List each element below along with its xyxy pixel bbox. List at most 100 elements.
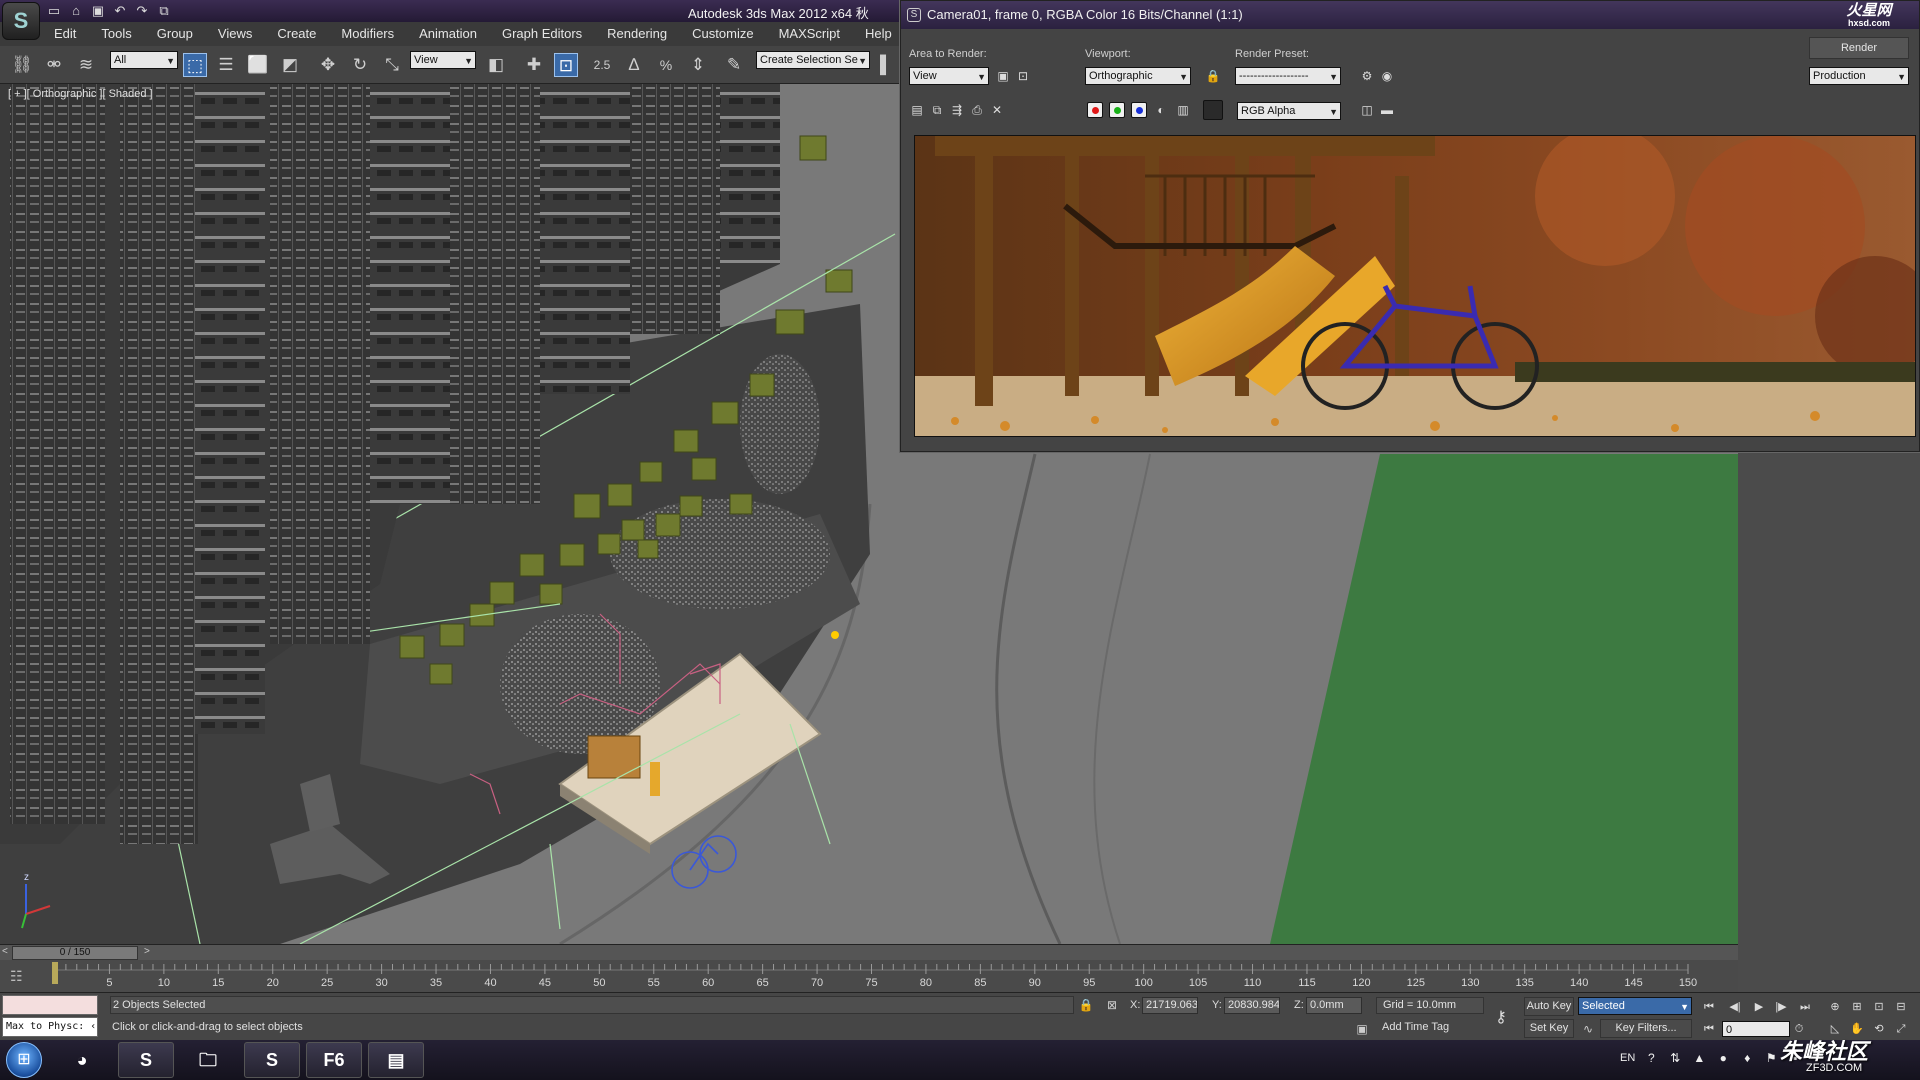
time-slider-next[interactable]: >: [144, 946, 150, 957]
undo-icon[interactable]: ↶: [112, 3, 128, 18]
snaps-toggle-icon[interactable]: 2.5: [590, 53, 614, 77]
auto-region-icon[interactable]: ⊡: [1015, 68, 1031, 84]
menu-help[interactable]: Help: [865, 26, 892, 41]
unlink-selection-icon[interactable]: ⚮: [42, 53, 66, 77]
select-and-move-icon[interactable]: ✥: [316, 53, 340, 77]
set-key-button[interactable]: Set Key: [1524, 1019, 1574, 1038]
go-to-start-icon[interactable]: ⏮: [1700, 999, 1718, 1015]
language-indicator[interactable]: EN: [1620, 1052, 1635, 1064]
green-channel-toggle[interactable]: [1109, 102, 1125, 118]
clear-image-icon[interactable]: ✕: [989, 102, 1005, 118]
viewport-label[interactable]: [ + ][ Orthographic ][ Shaded ]: [8, 88, 153, 100]
current-frame-marker[interactable]: [52, 962, 58, 984]
menu-customize[interactable]: Customize: [692, 26, 753, 41]
f6-taskbar-button[interactable]: F6: [306, 1042, 362, 1078]
key-mode-toggle-icon[interactable]: ⏮: [1700, 1021, 1718, 1037]
print-image-icon[interactable]: ⎙: [969, 102, 985, 118]
menu-modifiers[interactable]: Modifiers: [341, 26, 394, 41]
auto-key-button[interactable]: Auto Key: [1524, 997, 1574, 1016]
select-and-rotate-icon[interactable]: ↻: [348, 53, 372, 77]
edit-named-selection-icon[interactable]: ✎: [722, 53, 746, 77]
zoom-all-icon[interactable]: ⊞: [1848, 999, 1866, 1015]
render-button[interactable]: Render: [1809, 37, 1909, 59]
file-explorer-taskbar-icon[interactable]: 🗀: [180, 1042, 236, 1078]
environment-effects-icon[interactable]: ◉: [1379, 68, 1395, 84]
render-mode-dropdown[interactable]: Production ▼: [1809, 67, 1909, 85]
clone-window-icon[interactable]: ⇶: [949, 102, 965, 118]
render-window-title-bar[interactable]: S Camera01, frame 0, RGBA Color 16 Bits/…: [901, 1, 1919, 29]
monochrome-icon[interactable]: ▥: [1175, 102, 1191, 118]
menu-edit[interactable]: Edit: [54, 26, 76, 41]
x-coordinate-field[interactable]: 21719.063: [1142, 997, 1198, 1014]
tray-app-icon[interactable]: ●: [1715, 1050, 1731, 1066]
zoom-extents-all-icon[interactable]: ⊟: [1892, 999, 1910, 1015]
menu-graph-editors[interactable]: Graph Editors: [502, 26, 582, 41]
lock-icon[interactable]: 🔒: [1205, 68, 1221, 84]
menu-tools[interactable]: Tools: [101, 26, 131, 41]
start-button-icon[interactable]: ⊞: [6, 1042, 42, 1078]
save-image-icon[interactable]: ▤: [909, 102, 925, 118]
show-hidden-icons-icon[interactable]: ▲: [1691, 1050, 1707, 1066]
key-selection-dropdown[interactable]: Selected ▼: [1578, 997, 1692, 1015]
menu-animation[interactable]: Animation: [419, 26, 477, 41]
go-to-end-icon[interactable]: ⏭: [1796, 999, 1814, 1015]
pivot-center-icon[interactable]: ◧: [484, 53, 508, 77]
blue-channel-toggle[interactable]: [1131, 102, 1147, 118]
render-window-taskbar-icon[interactable]: ▤: [368, 1042, 424, 1078]
time-slider-thumb[interactable]: 0 / 150: [12, 946, 138, 960]
playground-structure[interactable]: [587, 735, 641, 779]
keyboard-shortcut-override-icon[interactable]: ⊡: [554, 53, 578, 77]
absolute-relative-toggle-icon[interactable]: ⊠: [1104, 997, 1120, 1013]
selection-filter-dropdown[interactable]: All ▼: [110, 51, 178, 69]
menu-rendering[interactable]: Rendering: [607, 26, 667, 41]
menu-group[interactable]: Group: [157, 26, 193, 41]
select-by-name-icon[interactable]: ☰: [214, 53, 238, 77]
viewport-dropdown[interactable]: Orthographic ▼: [1085, 67, 1191, 85]
3dsmax-taskbar-icon[interactable]: S: [244, 1042, 300, 1078]
edit-region-icon[interactable]: ▣: [995, 68, 1011, 84]
select-and-manipulate-icon[interactable]: ✚: [522, 53, 546, 77]
named-selection-set-dropdown[interactable]: Create Selection Se ▼: [756, 51, 870, 69]
window-crossing-icon[interactable]: ◩: [278, 53, 302, 77]
y-coordinate-field[interactable]: 20830.984: [1224, 997, 1280, 1014]
alpha-channel-icon[interactable]: ◐: [1153, 102, 1169, 118]
browser-taskbar-icon[interactable]: ◕: [54, 1042, 110, 1078]
help-icon[interactable]: ?: [1643, 1050, 1659, 1066]
select-and-scale-icon[interactable]: ⤡: [380, 53, 404, 77]
play-icon[interactable]: ▶: [1750, 999, 1768, 1015]
color-swatch[interactable]: [1203, 100, 1223, 120]
red-channel-toggle[interactable]: [1087, 102, 1103, 118]
camera-target[interactable]: [831, 631, 839, 639]
hold-icon[interactable]: ⧉: [156, 3, 172, 18]
maxscript-listener-output[interactable]: [2, 995, 98, 1015]
selection-lock-icon[interactable]: 🔒: [1078, 997, 1094, 1013]
redo-icon[interactable]: ↷: [134, 3, 150, 18]
rendered-image[interactable]: [914, 135, 1916, 437]
new-file-icon[interactable]: ▭: [46, 3, 62, 18]
toggle-ui-icon[interactable]: ▬: [1379, 102, 1395, 118]
track-bar[interactable]: ☷ 5 10 15 20 25 30 35 40 45 50 55 60 65 70 75 80 85 90 95 1…: [0, 960, 1738, 992]
maxscript-listener-input[interactable]: Max to Physc: ‹: [2, 1017, 98, 1037]
copy-image-icon[interactable]: ⧉: [929, 102, 945, 118]
z-coordinate-field[interactable]: 0.0mm: [1306, 997, 1362, 1014]
menu-create[interactable]: Create: [277, 26, 316, 41]
network-icon[interactable]: ⇅: [1667, 1050, 1683, 1066]
menu-views[interactable]: Views: [218, 26, 252, 41]
menu-maxscript[interactable]: MAXScript: [779, 26, 840, 41]
next-frame-icon[interactable]: |▶: [1772, 999, 1790, 1015]
zoom-extents-icon[interactable]: ⊡: [1870, 999, 1888, 1015]
open-file-icon[interactable]: ⌂: [68, 3, 84, 18]
zoom-icon[interactable]: ⊕: [1826, 999, 1844, 1015]
key-filters-button[interactable]: Key Filters...: [1600, 1019, 1692, 1038]
percent-snap-toggle-icon[interactable]: %: [654, 53, 678, 77]
key-icon[interactable]: ⚷: [1488, 1007, 1514, 1026]
rectangular-selection-icon[interactable]: ⬜: [246, 53, 270, 77]
bind-to-space-warp-icon[interactable]: ≋: [74, 53, 98, 77]
chat-app-taskbar-icon[interactable]: S: [118, 1042, 174, 1078]
reference-coordinate-dropdown[interactable]: View ▼: [410, 51, 476, 69]
tray-app-icon[interactable]: ♦: [1739, 1050, 1755, 1066]
spinner-snap-toggle-icon[interactable]: ⇕: [686, 53, 710, 77]
save-icon[interactable]: ▣: [90, 3, 106, 18]
orbit-icon[interactable]: ⟲: [1870, 1021, 1888, 1037]
select-object-icon[interactable]: ⬚: [183, 53, 207, 77]
